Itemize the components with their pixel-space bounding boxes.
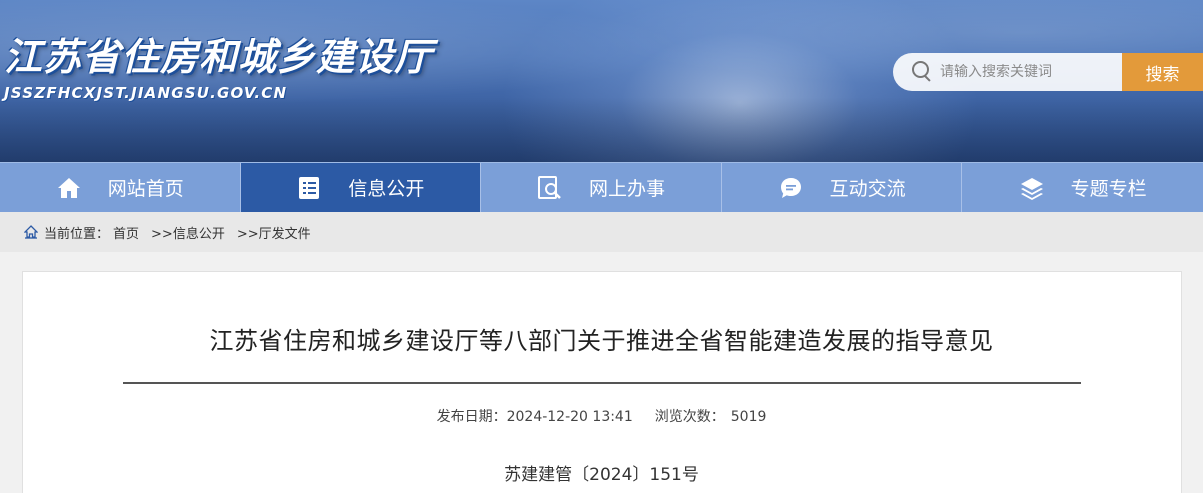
layers-icon bbox=[1019, 175, 1045, 201]
view-count: 5019 bbox=[730, 409, 767, 425]
nav-item-online-services[interactable]: 网上办事 bbox=[481, 163, 722, 212]
breadcrumb-prefix: 当前位置： bbox=[44, 226, 110, 242]
site-domain: JSSZFHCXJST.JIANGSU.GOV.CN bbox=[4, 84, 288, 102]
article-meta: 发布日期：2024-12-20 13:41 浏览次数： 5019 bbox=[0, 406, 1203, 426]
view-count-label: 浏览次数： bbox=[654, 409, 725, 425]
search-button[interactable]: 搜索 bbox=[1122, 53, 1203, 91]
document-number: 苏建建管〔2024〕151号 bbox=[504, 465, 699, 485]
title-divider bbox=[123, 382, 1081, 384]
publish-date: 2024-12-20 13:41 bbox=[506, 409, 633, 425]
nav-item-info-disclosure[interactable]: 信息公开 bbox=[240, 163, 482, 212]
publish-date-label: 发布日期： bbox=[436, 409, 507, 425]
nav-label: 网站首页 bbox=[107, 178, 184, 200]
home-icon bbox=[56, 175, 82, 201]
nav-item-home[interactable]: 网站首页 bbox=[0, 163, 241, 212]
search-box bbox=[893, 53, 1122, 91]
breadcrumb: 当前位置： 首页 >>信息公开 >>厅发文件 bbox=[0, 212, 1203, 252]
search-icon bbox=[912, 61, 934, 83]
location-home-icon bbox=[23, 225, 39, 239]
search-input[interactable] bbox=[940, 64, 1120, 80]
nav-label: 网上办事 bbox=[588, 178, 665, 200]
nav-label: 信息公开 bbox=[348, 178, 425, 200]
nav-item-special-topics[interactable]: 专题专栏 bbox=[962, 163, 1203, 212]
document-icon bbox=[296, 175, 322, 201]
nav-label: 专题专栏 bbox=[1070, 178, 1147, 200]
nav-item-interaction[interactable]: 互动交流 bbox=[722, 163, 963, 212]
breadcrumb-docs-link[interactable]: >>厅发文件 bbox=[237, 223, 311, 242]
breadcrumb-home-link[interactable]: 首页 bbox=[113, 223, 139, 242]
nav-label: 互动交流 bbox=[829, 178, 906, 200]
site-title[interactable]: 江苏省住房和城乡建设厅 bbox=[4, 26, 433, 81]
article-title: 江苏省住房和城乡建设厅等八部门关于推进全省智能建造发展的指导意见 bbox=[209, 327, 994, 355]
breadcrumb-info-link[interactable]: >>信息公开 bbox=[151, 223, 225, 242]
main-nav: 网站首页 信息公开 网上办事 互动交流 专题专栏 bbox=[0, 162, 1203, 212]
chat-bubble-icon bbox=[778, 175, 804, 201]
search-document-icon bbox=[537, 175, 563, 201]
